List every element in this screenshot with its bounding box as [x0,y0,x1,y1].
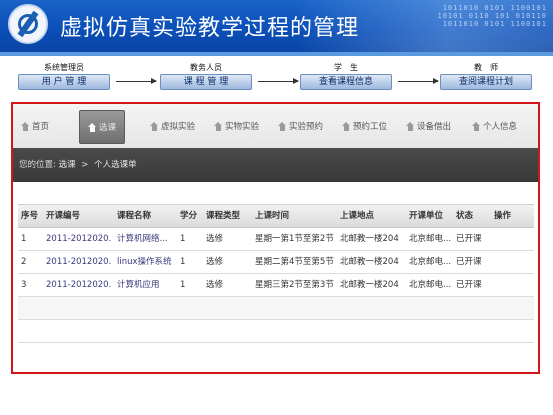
home-icon [472,121,481,131]
cell-location: 北邮教一楼204 [340,257,399,267]
table-row: 2 2011-2012020... linux操作系统 1 选修 星期二第4节至… [18,251,534,274]
table-row-empty [18,297,534,320]
university-logo-icon [8,4,48,44]
flow-arrow-icon [116,78,157,84]
cell-status: 已开课 [456,257,482,267]
role-label: 系统管理员 [44,63,84,72]
banner-binary-decoration: 1011010 0101 1100101 10101 0110 101 0101… [437,4,547,28]
role-flow: 系统管理员 用 户 管 理 教务人员 课 程 管 理 学 生 查看课程信息 教 … [0,62,553,102]
nav-item-experiment-booking[interactable]: 实验预约 [278,119,323,133]
table-header: 序号 开课编号 课程名称 学分 课程类型 上课时间 上课地点 开课单位 状态 操… [18,204,534,228]
breadcrumb-current: 个人选课单 [94,160,137,170]
nav-item-label: 预约工位 [353,122,388,132]
nav-item-label: 实物实验 [225,122,260,132]
nav-item-label: 选课 [99,123,117,133]
nav-item-personal-info[interactable]: 个人信息 [472,119,517,133]
cell-course-name[interactable]: 计算机应用 [117,274,177,296]
cell-class-time: 星期三第2节至第3节 [255,280,334,290]
role-label: 学 生 [334,63,358,72]
cell-class-time: 星期一第1节至第2节 [255,234,334,244]
content-spacer [13,182,538,204]
table-row-empty [18,320,534,343]
home-icon [21,121,30,131]
cell-course-type: 选修 [206,280,224,290]
breadcrumb-separator: > [81,160,89,170]
top-nav: 首页 选课 虚拟实验 实物实验 实验预约 预约工位 设备借出 个人信息 [13,104,538,149]
role-student: 学 生 查看课程信息 [300,62,392,90]
user-management-button[interactable]: 用 户 管 理 [18,74,110,90]
cell-course-code[interactable]: 2011-2012020... [46,228,112,250]
role-teacher: 教 师 查阅课程计划 [440,62,532,90]
course-table: 序号 开课编号 课程名称 学分 课程类型 上课时间 上课地点 开课单位 状态 操… [18,204,534,343]
breadcrumb-link-course-selection[interactable]: 选课 [59,160,76,170]
cell-location: 北邮教一楼204 [340,280,399,290]
nav-item-label: 虚拟实验 [161,122,196,132]
home-icon [406,121,415,131]
cell-location: 北邮教一楼204 [340,234,399,244]
table-row: 3 2011-2012020... 计算机应用 1 选修 星期三第2节至第3节 … [18,274,534,297]
cell-course-code[interactable]: 2011-2012020... [46,274,112,296]
flow-arrow-icon [398,78,439,84]
cell-department: 北京邮电... [409,257,452,267]
nav-item-virtual-experiment[interactable]: 虚拟实验 [150,119,195,133]
nav-item-home[interactable]: 首页 [21,119,49,133]
cell-course-name[interactable]: 计算机网络... [117,228,177,250]
cell-course-type: 选修 [206,257,224,267]
column-header: 操作 [494,211,512,221]
cell-index: 1 [21,234,27,244]
cell-status: 已开课 [456,280,482,290]
view-course-plan-button[interactable]: 查阅课程计划 [440,74,532,90]
column-header: 开课编号 [46,211,81,221]
cell-course-name[interactable]: linux操作系统 [117,251,177,273]
cell-status: 已开课 [456,234,482,244]
cell-index: 2 [21,257,27,267]
column-header: 学分 [180,211,198,221]
nav-item-label: 首页 [32,122,50,132]
breadcrumb: 您的位置: 选课 > 个人选课单 [13,148,538,182]
cell-index: 3 [21,280,27,290]
breadcrumb-prefix: 您的位置: [19,160,56,170]
view-course-info-button[interactable]: 查看课程信息 [300,74,392,90]
cell-credit: 1 [180,234,186,244]
home-icon [342,121,351,131]
course-management-button[interactable]: 课 程 管 理 [160,74,252,90]
table-row: 1 2011-2012020... 计算机网络... 1 选修 星期一第1节至第… [18,228,534,251]
column-header: 课程名称 [117,211,152,221]
role-academic-staff: 教务人员 课 程 管 理 [160,62,252,90]
cell-credit: 1 [180,257,186,267]
flow-arrow-icon [258,78,299,84]
home-icon [150,121,159,131]
header-divider [0,52,553,56]
column-header: 上课地点 [340,211,375,221]
home-icon [278,121,287,131]
header-banner: 1011010 0101 1100101 10101 0110 101 0101… [0,0,553,52]
cell-course-code[interactable]: 2011-2012020... [46,251,112,273]
nav-item-physical-experiment[interactable]: 实物实验 [214,119,259,133]
page-title: 虚拟仿真实验教学过程的管理 [60,16,360,41]
column-header: 课程类型 [206,211,241,221]
cell-department: 北京邮电... [409,280,452,290]
column-header: 上课时间 [255,211,290,221]
cell-credit: 1 [180,280,186,290]
role-admin: 系统管理员 用 户 管 理 [18,62,110,90]
home-icon [88,122,97,132]
cell-department: 北京邮电... [409,234,452,244]
home-icon [214,121,223,131]
role-label: 教务人员 [190,63,222,72]
column-header: 状态 [456,211,474,221]
column-header: 开课单位 [409,211,444,221]
nav-item-course-selection[interactable]: 选课 [79,110,126,144]
column-header: 序号 [21,211,39,221]
cell-course-type: 选修 [206,234,224,244]
app-screenshot-frame: 首页 选课 虚拟实验 实物实验 实验预约 预约工位 设备借出 个人信息 您的位置… [11,102,540,374]
nav-item-label: 个人信息 [483,122,518,132]
cell-class-time: 星期二第4节至第5节 [255,257,334,267]
nav-item-workstation-booking[interactable]: 预约工位 [342,119,387,133]
nav-item-label: 设备借出 [417,122,452,132]
nav-item-equipment-lending[interactable]: 设备借出 [406,119,451,133]
nav-item-label: 实验预约 [289,122,324,132]
role-label: 教 师 [474,63,498,72]
